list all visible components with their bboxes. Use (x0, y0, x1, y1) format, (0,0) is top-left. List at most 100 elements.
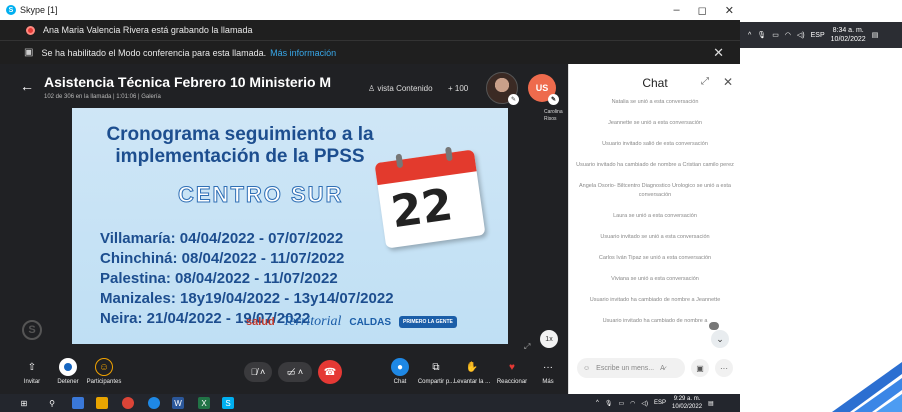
expand-icon[interactable]: ⤢ (524, 342, 530, 352)
recording-banner: Ana Maria Valencia Rivera está grabando … (0, 20, 740, 40)
close-banner-button[interactable]: ✕ (713, 45, 724, 61)
chevron-up-icon[interactable]: ^ (748, 32, 751, 39)
call-controls-bar: ⇧ Invitar Detener ☺ Participantes 🎙̸ ˄ ▭… (0, 354, 568, 394)
slide-title: Cronograma seguimiento a la implementaci… (90, 124, 390, 168)
schedule-row: Villamaría: 04/04/2022 - 07/07/2022 (100, 230, 344, 247)
chat-title: Chat (642, 76, 668, 90)
new-message-indicator-icon (709, 322, 719, 330)
more-info-link[interactable]: Más información (270, 48, 336, 58)
scroll-down-button[interactable]: ⌄ (711, 330, 729, 348)
slide-title-line2: implementación de la PPSS (115, 146, 365, 167)
chat-message-input[interactable]: ☺ Escribe un mens... A̷ (577, 358, 685, 378)
slide-region: CENTRO SUR (177, 182, 344, 208)
schedule-row: Manizales: 18y19/04/2022 - 13y14/07/2022 (100, 290, 394, 307)
system-message: Usuario invitado salió de esta conversac… (602, 141, 708, 147)
window-title: Skype [1] (20, 5, 58, 15)
chevron-down-icon: ⌄ (716, 333, 724, 344)
participant-name: Carolina Risos (544, 109, 563, 122)
view-content-button[interactable]: ♙ vista Contenido (368, 84, 433, 93)
react-label: Reaccionar (496, 379, 528, 385)
view-content-label: vista Contenido (377, 84, 433, 93)
calendar-ring (444, 146, 453, 162)
chat-panel: Chat ⤢ ✕ Natalia se unió a esta conversa… (568, 64, 740, 394)
chevron-up-icon[interactable]: ^ (596, 400, 599, 406)
taskbar-date: 10/02/2022 (672, 404, 703, 410)
mute-microphone-button[interactable]: 🎙̸ ˄ (244, 362, 272, 382)
attach-media-button[interactable]: ▣ (691, 359, 709, 377)
skype-watermark-icon: S (22, 320, 42, 340)
skype-taskbar-icon[interactable]: S (222, 397, 234, 409)
language-indicator[interactable]: ESP (654, 400, 666, 406)
participants-button[interactable]: ☺ Participantes (84, 358, 124, 385)
tray-clock[interactable]: 8:34 a. m. 10/02/2022 (831, 26, 866, 44)
raise-hand-button[interactable]: ✋ Levantar la ... (452, 358, 492, 386)
playback-speed-button[interactable]: 1x (540, 330, 558, 348)
taskview-icon[interactable] (72, 397, 84, 409)
conference-banner: ▣ Se ha habilitado el Modo conferencia p… (0, 40, 740, 64)
close-chat-button[interactable]: ✕ (723, 75, 733, 89)
format-text-icon[interactable]: A̷ (660, 365, 665, 372)
window-controls: – ◻ ✕ (674, 0, 734, 20)
mic-off-icon: 🎙̸ ˄ (250, 367, 266, 377)
battery-icon: ▭ (618, 400, 625, 407)
system-message: Usuario invitado se unió a esta conversa… (600, 234, 710, 240)
call-title: Asistencia Técnica Febrero 10 Ministerio… (44, 74, 332, 90)
expand-chat-icon[interactable]: ⤢ (701, 76, 709, 87)
microphone-icon: 🎙 (757, 32, 767, 39)
system-message: Laura se unió a esta conversación (613, 213, 697, 219)
more-button[interactable]: ··· Más (528, 358, 568, 386)
system-message: Jeannette se unió a esta conversación (608, 120, 702, 126)
participant-initials-avatar[interactable]: US ✎ (528, 74, 559, 105)
share-screen-button[interactable]: ⧉ Compartir p... (416, 358, 456, 386)
emoji-icon[interactable]: ☺ (583, 365, 590, 372)
hand-icon: ✋ (465, 361, 479, 373)
video-toggle-button[interactable]: ▭̸ ˄ (278, 362, 312, 382)
mic-off-badge-icon: ✎ (508, 94, 519, 105)
stop-recording-button[interactable]: Detener (48, 358, 88, 385)
language-indicator[interactable]: ESP (811, 32, 825, 39)
more-participants-count[interactable]: + 100 (448, 84, 468, 93)
share-screen-icon: ⧉ (432, 361, 440, 373)
minimize-button[interactable]: – (674, 4, 680, 16)
stop-record-icon (59, 358, 77, 376)
file-explorer-icon[interactable] (96, 397, 108, 409)
participant-photo-avatar[interactable]: ✎ (486, 72, 519, 105)
chat-more-button[interactable]: ··· (715, 359, 733, 377)
schedule-row: Chinchiná: 08/04/2022 - 11/07/2022 (100, 250, 345, 267)
hang-up-button[interactable]: ☎ (318, 360, 342, 384)
mic-off-badge-icon: ✎ (548, 94, 559, 105)
chat-input-placeholder: Escribe un mens... (596, 364, 655, 372)
calendar-page: 22 (374, 146, 486, 249)
schedule-row: Palestina: 08/04/2022 - 11/07/2022 (100, 270, 338, 287)
close-window-button[interactable]: ✕ (725, 4, 734, 17)
share-icon: ⇧ (27, 361, 37, 373)
system-message: Usuario invitado ha cambiado de nombre a… (576, 162, 734, 168)
react-button[interactable]: ♥ Reaccionar (492, 358, 532, 386)
taskbar-clock[interactable]: 9:29 a. m. 10/02/2022 (672, 395, 702, 411)
edge-icon[interactable] (148, 397, 160, 409)
chat-messages: Natalia se unió a esta conversación Jean… (575, 98, 735, 326)
chat-bubble-icon: ● (391, 358, 409, 376)
invite-button[interactable]: ⇧ Invitar (12, 358, 52, 386)
video-icon: ▭̸ ˄ (286, 366, 304, 377)
notifications-icon[interactable]: ▤ (872, 31, 879, 39)
chat-button[interactable]: ● Chat (380, 358, 420, 385)
chrome-icon[interactable] (122, 397, 134, 409)
back-arrow-icon[interactable]: ← (20, 78, 34, 94)
more-label: Más (542, 379, 554, 385)
maximize-button[interactable]: ◻ (698, 4, 707, 17)
system-message: Carlos Iván Tipaz se unió a esta convers… (598, 255, 712, 261)
recording-text: Ana Maria Valencia Rivera está grabando … (43, 25, 253, 35)
conference-text: Se ha habilitado el Modo conferencia par… (41, 47, 267, 58)
skype-logo-icon: S (6, 5, 16, 15)
notifications-icon[interactable]: ▤ (708, 400, 714, 407)
more-dots-icon: ··· (720, 363, 728, 373)
wifi-icon: ◠ (630, 400, 636, 407)
heart-icon: ♥ (509, 361, 515, 373)
slide-title-line1: Cronograma seguimiento a la (106, 124, 374, 145)
windows-start-icon[interactable]: ⊞ (18, 397, 30, 409)
excel-icon[interactable]: X (198, 397, 210, 409)
search-icon[interactable]: ⚲ (46, 397, 58, 409)
word-icon[interactable]: W (172, 397, 184, 409)
avatar-initials: US (535, 83, 549, 93)
